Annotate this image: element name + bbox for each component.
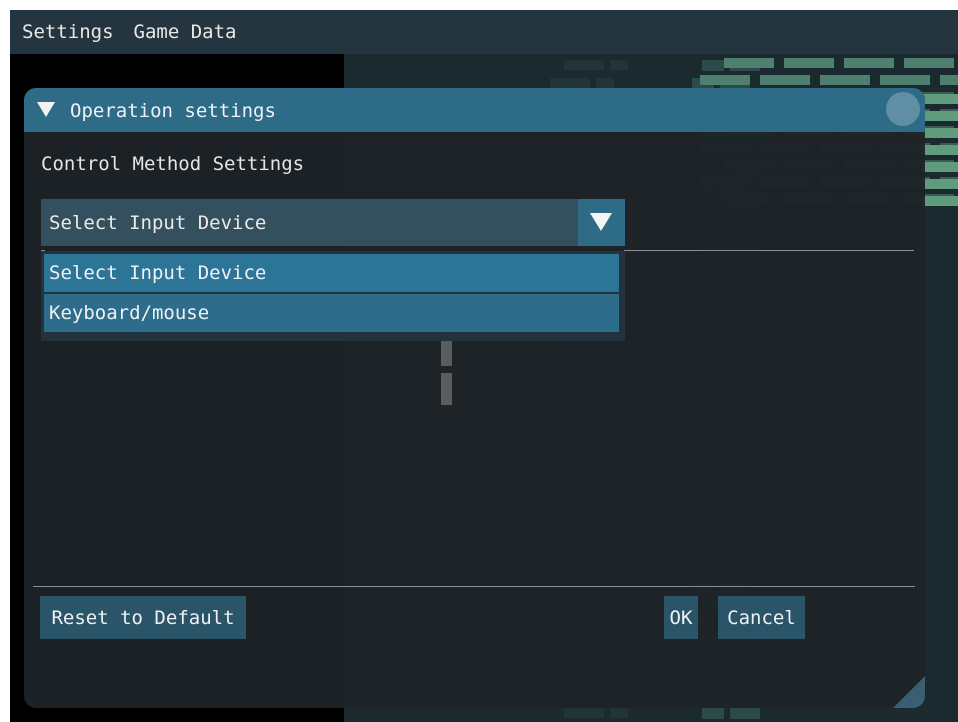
scrollbar-grab[interactable] [441, 339, 452, 366]
close-icon[interactable] [886, 92, 920, 126]
background-brick [844, 58, 894, 68]
background-brick [922, 196, 958, 206]
menu-game-data[interactable]: Game Data [134, 10, 237, 54]
combo-arrow-button[interactable] [578, 199, 625, 246]
background-brick [564, 60, 604, 70]
dropdown-option[interactable]: Select Input Device [44, 254, 619, 292]
reset-to-default-button[interactable]: Reset to Default [40, 596, 246, 639]
background-brick [922, 145, 958, 155]
separator [33, 586, 915, 587]
background-brick [610, 708, 628, 718]
background-brick [784, 58, 834, 68]
background-brick [724, 58, 774, 68]
section-label: Control Method Settings [41, 153, 305, 175]
operation-settings-dialog: Operation settings Control Method Settin… [24, 88, 925, 708]
input-device-dropdown: Select Input Device Keyboard/mouse [41, 251, 625, 341]
resize-grip-icon[interactable] [893, 676, 925, 708]
separator [624, 250, 914, 251]
menu-bar: Settings Game Data [10, 10, 958, 54]
background-brick [596, 78, 614, 88]
dialog-title: Operation settings [70, 100, 276, 122]
background-brick [922, 162, 958, 172]
background-brick [702, 60, 724, 71]
background-brick [730, 708, 760, 719]
ok-button[interactable]: OK [664, 596, 698, 639]
background-brick [760, 75, 810, 85]
background-brick [880, 75, 930, 85]
dropdown-arrow-icon [590, 213, 612, 231]
dropdown-option[interactable]: Keyboard/mouse [44, 294, 619, 332]
background-brick [820, 75, 870, 85]
game-window: Settings Game Data Operation settings Co… [10, 10, 958, 722]
collapse-triangle-icon[interactable] [37, 102, 55, 117]
background-brick [610, 60, 628, 70]
background-brick [922, 179, 958, 189]
background-brick [550, 78, 590, 88]
background-brick [940, 75, 958, 85]
dialog-title-bar[interactable]: Operation settings [24, 88, 925, 132]
background-brick [702, 708, 724, 719]
background-brick [922, 94, 958, 104]
background-brick [922, 111, 958, 121]
input-device-combo[interactable]: Select Input Device [41, 199, 625, 246]
cancel-button[interactable]: Cancel [718, 596, 805, 639]
menu-settings[interactable]: Settings [22, 10, 114, 54]
background-brick [700, 75, 750, 85]
background-brick [922, 128, 958, 138]
background-brick [904, 58, 954, 68]
background-brick [564, 708, 604, 718]
combo-selected-value: Select Input Device [49, 212, 267, 234]
scrollbar-grab[interactable] [441, 373, 452, 405]
